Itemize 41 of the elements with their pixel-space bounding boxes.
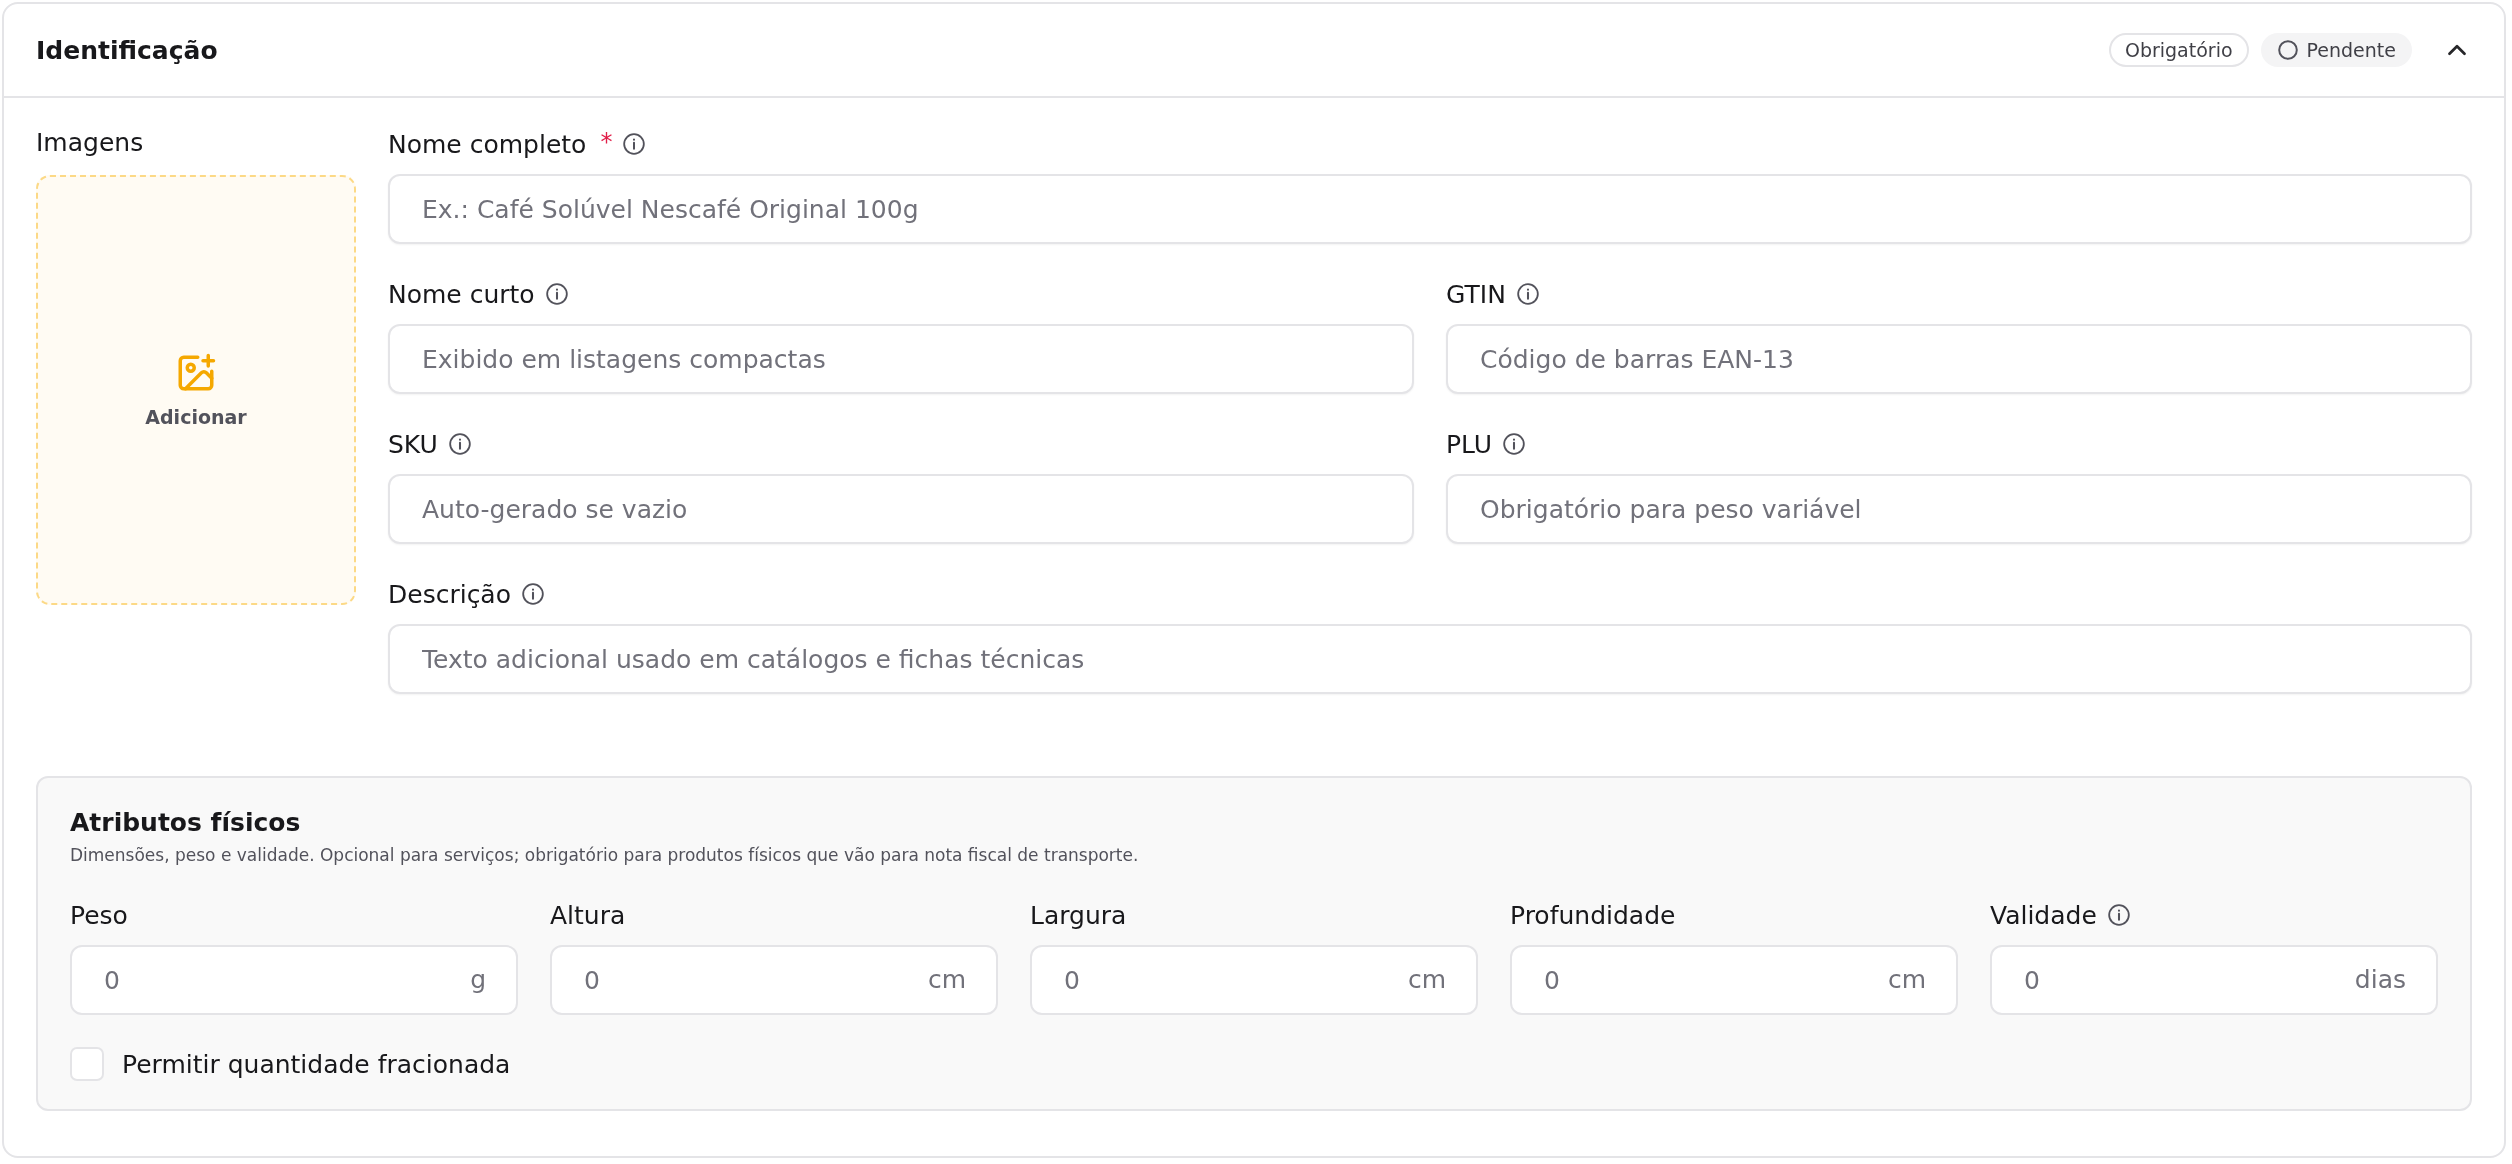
unit-label: cm (1407, 965, 1446, 995)
text-field[interactable]: Exibido em listagens compactas (388, 324, 1414, 394)
required-mark: * (600, 128, 613, 156)
unit-label: dias (2354, 965, 2406, 995)
field-label: Nome curto (388, 279, 535, 309)
required-badge: Obrigatório (2108, 33, 2249, 67)
text-field[interactable]: Auto-gerado se vazio (388, 474, 1414, 544)
field-label: Largura (1030, 900, 1127, 930)
section-title: Identificação (36, 35, 218, 65)
field-label: SKU (388, 429, 438, 459)
info-icon[interactable] (2106, 903, 2131, 927)
text-field[interactable]: Texto adicional usado em catálogos e fichas técnicas (388, 624, 2472, 694)
info-icon[interactable] (521, 582, 545, 606)
info-icon[interactable] (447, 432, 472, 456)
info-icon[interactable] (1502, 432, 1527, 456)
checkbox-label: Permitir quantidade fracionada (122, 1049, 511, 1079)
field-label: Profundidade (1510, 900, 1676, 930)
text-field[interactable]: Obrigatório para peso variável (1446, 474, 2472, 544)
info-icon[interactable] (622, 132, 647, 156)
unit-label: cm (927, 965, 966, 995)
checkbox[interactable] (70, 1047, 104, 1081)
text-field[interactable]: Código de barras EAN-13 (1446, 324, 2472, 394)
panel-title: Atributos físicos (70, 808, 302, 837)
info-icon[interactable] (1515, 282, 1540, 306)
field-label: Imagens (36, 128, 145, 157)
panel-subtitle: Dimensões, peso e validade. Opcional para serviços; obrigatório para produtos físicos que vão para nota fiscal de transporte. (70, 845, 1140, 865)
status-badge: Pendente (2260, 33, 2412, 67)
field-label: Peso (70, 900, 128, 930)
field-label: GTIN (1446, 279, 1506, 309)
add-label: Adicionar (145, 406, 247, 428)
field-label: Validade (1990, 900, 2097, 930)
unit-label: cm (1887, 965, 1926, 995)
text-field[interactable]: Ex.: Café Solúvel Nescafé Original 100g (388, 174, 2472, 244)
field-label: PLU (1446, 429, 1493, 459)
unit-label: g (470, 965, 486, 995)
info-icon[interactable] (544, 282, 569, 306)
image-dropzone[interactable]: Adicionar (36, 175, 356, 605)
field-label: Altura (550, 900, 626, 930)
field-label: Descrição (388, 579, 511, 609)
field-label: Nome completo (388, 129, 587, 159)
circle-icon (2276, 39, 2299, 61)
